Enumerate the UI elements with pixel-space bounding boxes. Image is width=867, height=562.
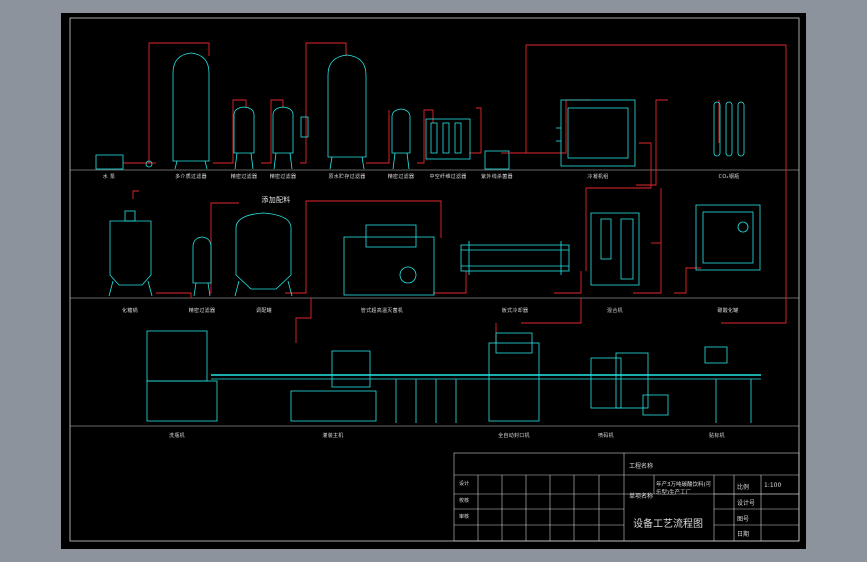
precision-filter-4 [192,236,212,284]
precision-filter-2 [272,106,294,154]
label-labeler: 贴标机 [709,433,725,439]
bottle-washer [146,330,208,382]
plate-cooler [460,244,570,272]
sheet-no-label: 图号 [737,516,750,523]
process-flow-diagram [69,17,800,542]
label-precision-filter-1: 精密过滤器 [230,174,258,180]
drawing-title: 设备工艺流程图 [633,519,703,530]
label-accessory: 添加配料 [261,196,291,204]
water-pump [95,154,124,170]
filter-element [300,116,309,138]
mixer [590,212,640,286]
label-plate-cooler: 板式冷却器 [501,308,529,314]
blending-tank [235,212,292,290]
drawing-frame [69,17,800,542]
multimedia-filter-tank [172,52,210,162]
item-name-label: 单项名称 [629,493,654,500]
label-uht-sterilizer: 管式超高温灭菌机 [360,308,404,314]
label-blending-tank: 调配罐 [256,308,272,314]
condensing-unit [560,99,636,167]
co2-cylinder-3 [737,101,745,157]
sugar-dissolving-tank [109,220,152,286]
capping-machine [488,342,540,422]
scale-label: 比例 [737,484,750,491]
carbonation-tank [695,204,761,271]
uht-sterilizer [343,236,435,296]
design-no-label: 设计号 [737,500,756,507]
uv-sterilizer [484,150,510,170]
label-filler: 灌装主机 [322,433,344,439]
label-carbonation-tank: 碳酸化罐 [717,308,739,314]
precision-filter-3 [391,108,411,154]
sign-row-review: 审核 [459,514,470,520]
label-storage-tank: 原水贮存过滤器 [328,174,366,180]
label-co2-cylinder: CO₂钢瓶 [718,174,740,180]
label-control-box [704,346,728,364]
date-label: 日期 [737,531,750,538]
label-condensing-unit: 冷凝机组 [587,174,609,180]
label-bottle-washer: 洗瓶机 [169,433,185,439]
label-capping-machine: 全自动封口机 [498,433,530,439]
sign-row-design: 设计 [459,481,470,487]
filler [331,350,371,388]
co2-cylinder-2 [725,101,733,157]
label-precision-filter-3: 精密过滤器 [387,174,415,180]
label-water-pump: 水 泵 [102,174,116,180]
title-block [453,452,800,542]
item-name-value: 年产3万吨碳酸饮料(可乐型)生产工厂 [656,482,712,496]
label-uv-sterilizer: 紫外线杀菌器 [481,174,513,180]
label-hollow-fiber-filter: 中空纤维过滤器 [429,174,467,180]
label-precision-filter-4: 精密过滤器 [188,308,216,314]
drawing-sheet: 水 泵 多介质过滤器 精密过滤器 精密过滤器 原水贮存过滤器 精密过滤器 中空纤… [61,13,806,549]
raw-water-storage-tank [327,54,367,158]
label-coding-machine: 喷码机 [598,433,614,439]
project-name-label: 工程名称 [629,463,654,470]
sign-row-check: 校核 [459,498,470,504]
coding-machine [590,357,622,409]
precision-filter-1 [233,106,255,154]
label-precision-filter-2: 精密过滤器 [269,174,297,180]
label-multimedia-filter: 多介质过滤器 [175,174,207,180]
label-sugar-tank: 化糖锅 [122,308,138,314]
label-mixer: 混合机 [607,308,623,314]
scale-value: 1:100 [764,482,782,489]
